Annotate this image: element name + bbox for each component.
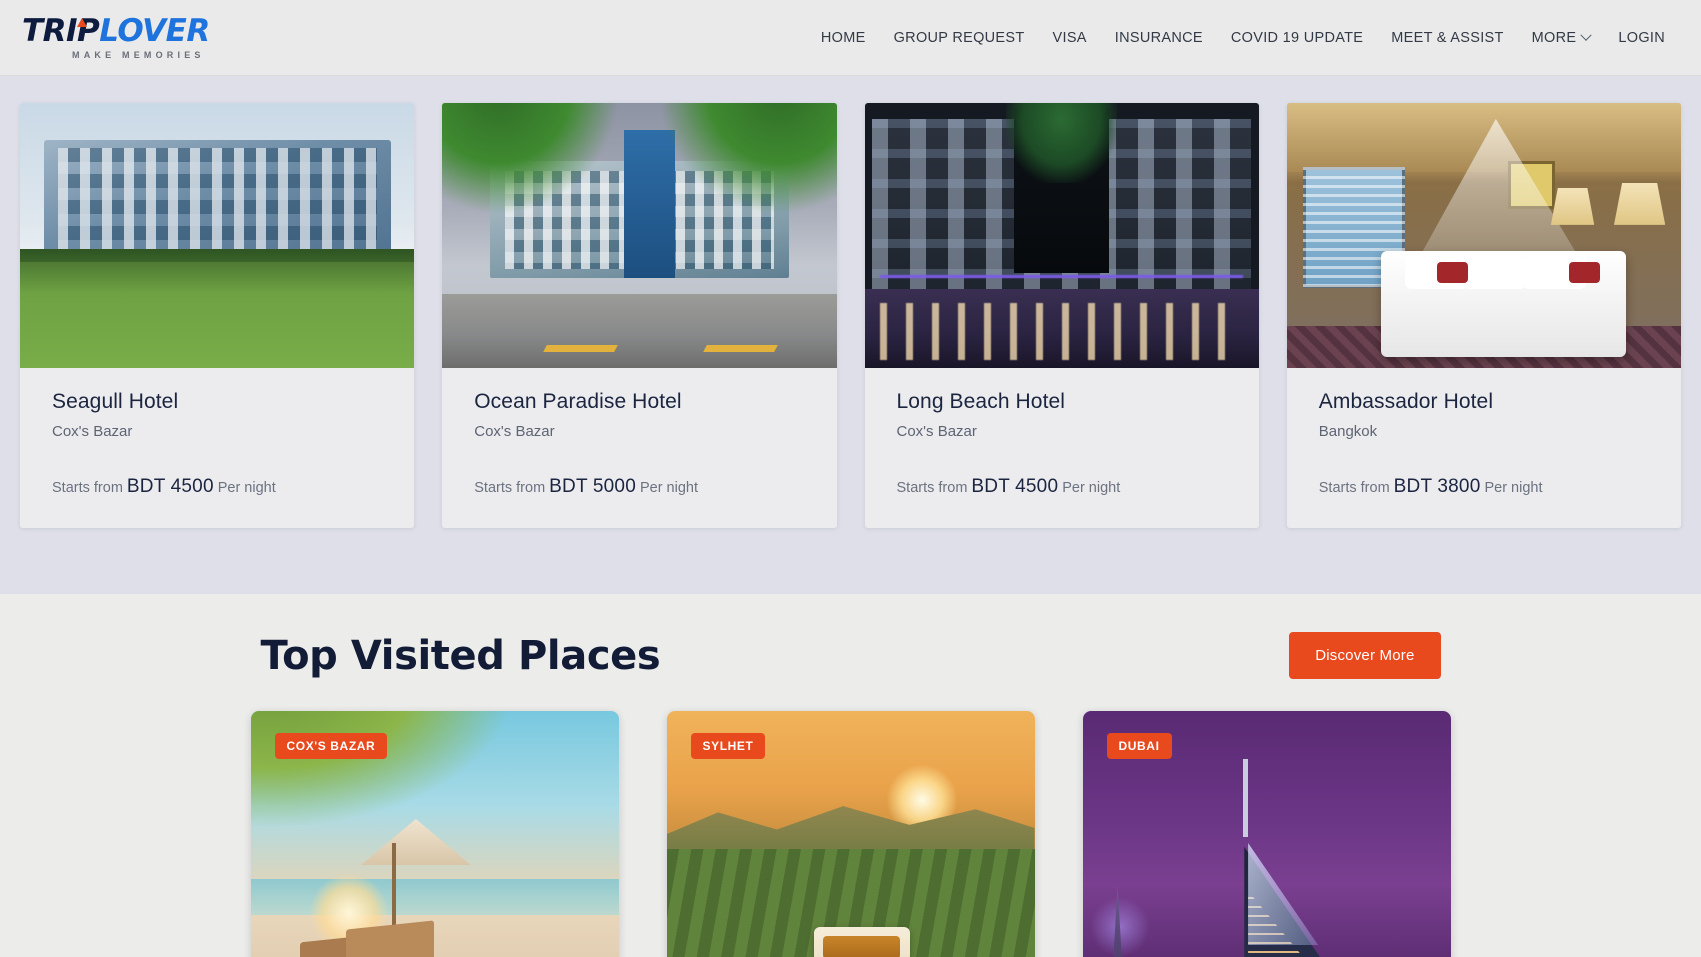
hotel-price-suffix: Per night xyxy=(1484,480,1543,496)
nav-group-request[interactable]: GROUP REQUEST xyxy=(880,22,1039,54)
hotel-price-prefix: Starts from xyxy=(52,480,123,496)
nav-more-label: MORE xyxy=(1531,29,1577,46)
hotel-image xyxy=(864,103,1259,368)
hotel-card[interactable]: Long Beach Hotel Cox's Bazar Starts from… xyxy=(864,103,1259,528)
hotel-card[interactable]: Ocean Paradise Hotel Cox's Bazar Starts … xyxy=(442,103,837,528)
nav-more[interactable]: MORE xyxy=(1518,22,1605,54)
status-badge: DUBAI xyxy=(1106,733,1172,759)
main-navigation: HOME GROUP REQUEST VISA INSURANCE COVID … xyxy=(807,22,1679,54)
place-card[interactable]: SYLHET xyxy=(666,711,1035,957)
nav-covid-19-update-label: COVID 19 UPDATE xyxy=(1230,29,1364,46)
site-header: TRIPLOVER MAKE MEMORIES HOME GROUP REQUE… xyxy=(0,0,1701,76)
site-logo[interactable]: TRIPLOVER MAKE MEMORIES xyxy=(22,12,210,60)
place-card[interactable]: DUBAI xyxy=(1082,711,1451,957)
hotel-card-body: Seagull Hotel Cox's Bazar Starts from BDT… xyxy=(20,368,414,528)
hotel-price-prefix: Starts from xyxy=(474,480,546,496)
hotel-image xyxy=(1286,103,1681,368)
hotel-price-suffix: Per night xyxy=(639,480,699,496)
logo-tagline: MAKE MEMORIES xyxy=(72,49,205,60)
hotel-name: Ambassador Hotel xyxy=(1318,390,1494,413)
hotel-price-amount: BDT 4500 xyxy=(971,476,1059,497)
place-card-list: COX'S BAZAR SYLHET DUBAI xyxy=(0,711,1701,957)
hotel-card[interactable]: Seagull Hotel Cox's Bazar Starts from BDT… xyxy=(20,103,415,528)
discover-more-button[interactable]: Discover More xyxy=(1289,632,1441,679)
featured-hotels-section: Seagull Hotel Cox's Bazar Starts from BDT… xyxy=(0,76,1701,594)
hotel-price-suffix: Per night xyxy=(1062,480,1121,496)
hotel-card-body: Long Beach Hotel Cox's Bazar Starts from… xyxy=(865,368,1259,528)
hotel-image xyxy=(442,103,837,368)
nav-insurance-label: INSURANCE xyxy=(1114,29,1203,46)
hotel-name: Ocean Paradise Hotel xyxy=(474,390,682,413)
status-badge: COX'S BAZAR xyxy=(274,733,388,759)
chevron-down-icon xyxy=(1580,29,1593,41)
hotel-card[interactable]: Ambassador Hotel Bangkok Starts from BDT … xyxy=(1286,103,1681,528)
nav-home-label: HOME xyxy=(820,29,866,46)
status-badge: SYLHET xyxy=(690,733,766,759)
nav-visa[interactable]: VISA xyxy=(1039,22,1101,54)
nav-home[interactable]: HOME xyxy=(807,22,880,54)
top-visited-places-section: Top Visited Places Discover More COX'S B… xyxy=(0,594,1701,957)
nav-visa-label: VISA xyxy=(1052,29,1087,46)
nav-login-label: LOGIN xyxy=(1618,29,1665,46)
hotel-name: Long Beach Hotel xyxy=(896,390,1066,413)
hotel-price: Starts from BDT 4500 Per night xyxy=(52,476,382,498)
hotel-city: Cox's Bazar xyxy=(52,423,133,440)
page-title: Top Visited Places xyxy=(260,632,661,679)
hotel-price-amount: BDT 4500 xyxy=(126,476,214,497)
hotel-card-body: Ocean Paradise Hotel Cox's Bazar Starts … xyxy=(442,368,836,528)
hotel-image xyxy=(20,103,415,368)
hotel-city: Cox's Bazar xyxy=(896,423,977,440)
logo-text-lover: LOVER xyxy=(99,12,210,49)
logo-wordmark: TRIPLOVER xyxy=(22,12,210,49)
hotel-price: Starts from BDT 3800 Per night xyxy=(1319,476,1649,498)
nav-insurance[interactable]: INSURANCE xyxy=(1101,22,1217,54)
hotel-card-list: Seagull Hotel Cox's Bazar Starts from BDT… xyxy=(0,103,1701,528)
place-card[interactable]: COX'S BAZAR xyxy=(250,711,619,957)
nav-covid-19-update[interactable]: COVID 19 UPDATE xyxy=(1217,22,1377,54)
hotel-city: Bangkok xyxy=(1318,423,1378,440)
hotel-price-suffix: Per night xyxy=(217,480,276,496)
logo-text-trip: TRIP xyxy=(22,12,100,49)
nav-meet-assist[interactable]: MEET & ASSIST xyxy=(1377,22,1517,54)
nav-meet-assist-label: MEET & ASSIST xyxy=(1391,29,1504,46)
hotel-price-amount: BDT 5000 xyxy=(549,476,636,497)
hotel-name: Seagull Hotel xyxy=(52,390,179,413)
places-header: Top Visited Places Discover More xyxy=(261,632,1441,679)
nav-group-request-label: GROUP REQUEST xyxy=(893,29,1025,46)
hotel-city: Cox's Bazar xyxy=(474,423,555,440)
hotel-price-prefix: Starts from xyxy=(1318,480,1390,496)
hotel-price: Starts from BDT 4500 Per night xyxy=(897,476,1227,498)
hotel-card-body: Ambassador Hotel Bangkok Starts from BDT … xyxy=(1287,368,1681,528)
logo-accent-icon xyxy=(77,17,88,27)
hotel-price: Starts from BDT 5000 Per night xyxy=(474,476,804,498)
hotel-price-amount: BDT 3800 xyxy=(1393,476,1481,497)
hotel-price-prefix: Starts from xyxy=(896,480,968,496)
nav-login[interactable]: LOGIN xyxy=(1604,22,1679,54)
